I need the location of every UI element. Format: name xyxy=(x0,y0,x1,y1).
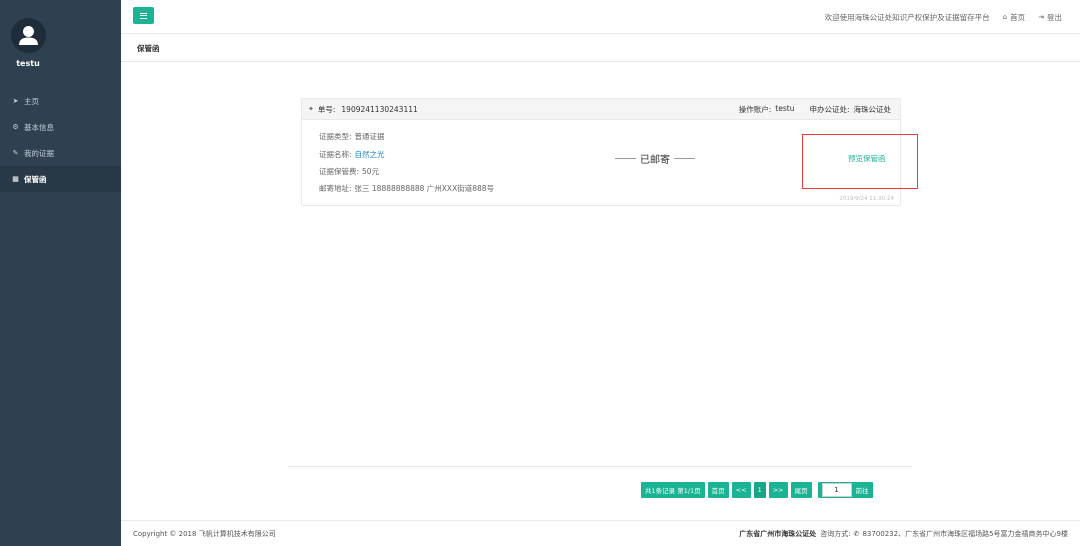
field-value: 张三 18888888888 广州XXX街道888号 xyxy=(354,184,495,193)
sidebar-item-label: 我的证据 xyxy=(24,148,54,158)
status-divider-right xyxy=(674,158,695,159)
field-label: 证据保管费: xyxy=(319,167,360,176)
footer-office: 广东省广州市海珠公证处 xyxy=(739,529,817,538)
gear-icon: ⚙ xyxy=(12,123,19,131)
page-jump-group: 前往 xyxy=(817,482,873,498)
phone-icon: ✆ xyxy=(853,529,860,538)
custody-fee-row: 证据保管费: 50元 xyxy=(319,166,379,177)
field-value: 50元 xyxy=(362,167,380,176)
card-header-meta: 操作账户: testu 申办公证处: 海珠公证处 xyxy=(735,104,891,115)
pushpin-icon: ✦ xyxy=(308,105,314,113)
wrench-icon: ✎ xyxy=(12,149,19,157)
next-page-button[interactable]: >> xyxy=(768,482,788,498)
card-header: ✦ 单号: 1909241130243111 操作账户: testu 申办公证处… xyxy=(302,99,900,120)
operator-value: testu xyxy=(775,103,795,113)
first-page-button[interactable]: 首页 xyxy=(707,482,729,498)
menu-toggle-button[interactable] xyxy=(133,7,154,24)
evidence-name-link[interactable]: 自然之光 xyxy=(355,150,385,159)
notary-office-value: 海珠公证处 xyxy=(853,104,892,114)
sidebar-item-home[interactable]: ➤ 主页 xyxy=(0,88,121,114)
footer: Copyright © 2018 飞帆计算机技术有限公司 广东省广州市海珠公证处… xyxy=(121,520,1080,546)
pagination-summary: 共1条记录 第1/1页 xyxy=(641,482,705,498)
go-page-button[interactable]: 前往 xyxy=(851,482,873,498)
mailing-address-row: 邮寄地址: 张三 18888888888 广州XXX街道888号 xyxy=(319,183,494,194)
logout-link-label: 登出 xyxy=(1047,12,1062,22)
order-number-value: 1909241130243111 xyxy=(341,104,418,114)
field-value: 普通证据 xyxy=(354,132,385,141)
send-icon: ➤ xyxy=(12,97,19,105)
top-navbar: 欢迎使用海珠公证处知识产权保护及证据留存平台 ⌂ 首页 ⇥ 登出 xyxy=(121,0,1080,34)
highlight-box xyxy=(802,134,918,189)
sidebar-item-label: 主页 xyxy=(24,96,39,106)
order-number-label: 单号: xyxy=(317,104,336,114)
prev-page-button[interactable]: << xyxy=(731,482,751,498)
sidebar-item-my-evidence[interactable]: ✎ 我的证据 xyxy=(0,140,121,166)
user-avatar-icon xyxy=(11,18,46,53)
sign-out-icon: ⇥ xyxy=(1038,13,1044,21)
pagination: 共1条记录 第1/1页 首页 << 1 >> 尾页 前往 xyxy=(641,482,873,498)
logout-link[interactable]: ⇥ 登出 xyxy=(1038,12,1062,23)
sidebar-username: testu xyxy=(16,59,40,68)
sidebar-nav: ➤ 主页 ⚙ 基本信息 ✎ 我的证据 ▦ 保管函 xyxy=(0,88,121,192)
page-number-input[interactable] xyxy=(821,483,852,497)
current-page-button[interactable]: 1 xyxy=(753,482,766,498)
evidence-name-row: 证据名称: 自然之光 xyxy=(319,149,385,160)
evidence-type-row: 证据类型: 普通证据 xyxy=(319,131,385,142)
last-page-button[interactable]: 尾页 xyxy=(790,482,812,498)
breadcrumb: 保管函 xyxy=(121,34,1080,62)
field-label: 证据名称: xyxy=(319,150,352,159)
mail-status: 已邮寄 xyxy=(615,151,695,166)
footer-phone-address: 83700232、广东省广州市海珠区福场路5号富力金禧商务中心9楼 xyxy=(862,529,1068,538)
card-timestamp: 2019/9/24 11:30:24 xyxy=(839,196,894,202)
field-label: 证据类型: xyxy=(319,132,352,141)
sidebar-item-basic-info[interactable]: ⚙ 基本信息 xyxy=(0,114,121,140)
operator-label: 操作账户: xyxy=(738,104,772,114)
content-divider xyxy=(288,466,912,467)
sidebar-item-label: 保管函 xyxy=(24,174,47,184)
footer-contact: 广东省广州市海珠公证处 咨询方式: ✆ 83700232、广东省广州市海珠区福场… xyxy=(739,529,1068,539)
notary-office-label: 申办公证处: xyxy=(809,104,850,114)
sidebar: testu ➤ 主页 ⚙ 基本信息 ✎ 我的证据 ▦ 保管函 xyxy=(0,0,121,546)
hamburger-icon xyxy=(140,12,147,19)
field-label: 邮寄地址: xyxy=(319,184,352,193)
home-link[interactable]: ⌂ 首页 xyxy=(1003,12,1025,23)
copyright-text: Copyright © 2018 飞帆计算机技术有限公司 xyxy=(133,529,276,538)
avatar[interactable] xyxy=(11,18,46,53)
sidebar-item-label: 基本信息 xyxy=(24,122,54,132)
status-text: 已邮寄 xyxy=(640,155,670,166)
top-right-links: 欢迎使用海珠公证处知识产权保护及证据留存平台 ⌂ 首页 ⇥ 登出 xyxy=(825,0,1062,34)
status-divider-left xyxy=(615,158,636,159)
welcome-text: 欢迎使用海珠公证处知识产权保护及证据留存平台 xyxy=(824,12,990,22)
page-title: 保管函 xyxy=(137,44,160,53)
home-icon: ⌂ xyxy=(1002,13,1008,21)
footer-consult-label: 咨询方式: xyxy=(820,529,851,538)
home-link-label: 首页 xyxy=(1010,12,1026,22)
sidebar-item-custody-letter[interactable]: ▦ 保管函 xyxy=(0,166,121,192)
table-icon: ▦ xyxy=(12,175,19,183)
